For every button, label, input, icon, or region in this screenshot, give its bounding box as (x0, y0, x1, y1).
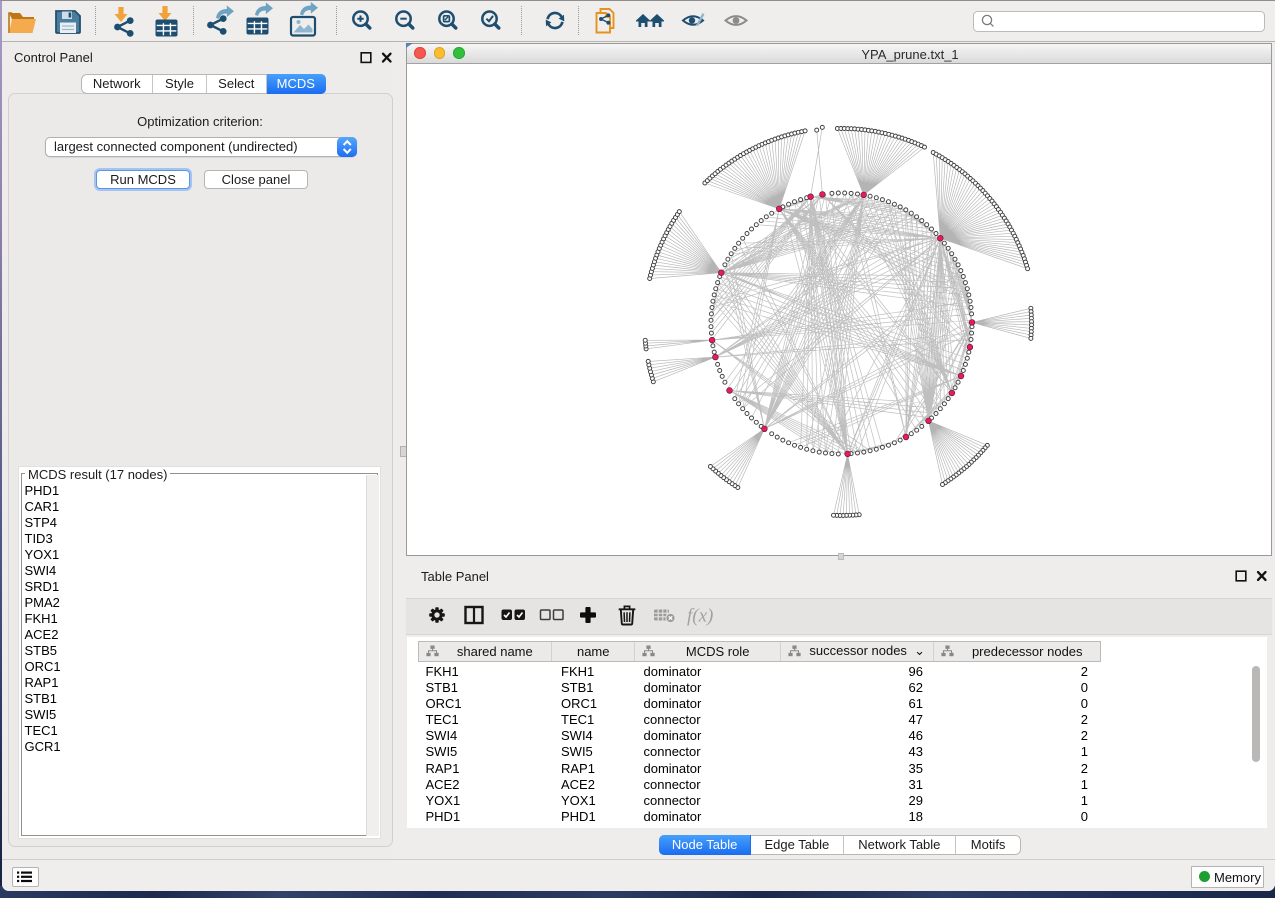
svg-text:f(x): f(x) (687, 606, 713, 627)
